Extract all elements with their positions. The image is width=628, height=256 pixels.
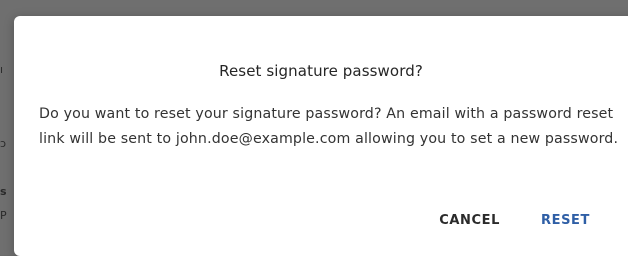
background-text-fragment: ı xyxy=(0,63,4,76)
background-text-fragment: s xyxy=(0,185,7,198)
background-text-fragment: ɔ xyxy=(0,137,7,150)
dialog-message: Do you want to reset your signature pass… xyxy=(39,106,619,147)
dialog-title: Reset signature password? xyxy=(219,62,423,80)
reset-button[interactable]: RESET xyxy=(535,209,596,232)
dialog-actions: CANCEL RESET xyxy=(433,209,596,232)
reset-password-dialog: Reset signature password? Do you want to… xyxy=(14,16,628,256)
background-text-fragment: P xyxy=(0,209,7,222)
cancel-button[interactable]: CANCEL xyxy=(433,209,506,232)
